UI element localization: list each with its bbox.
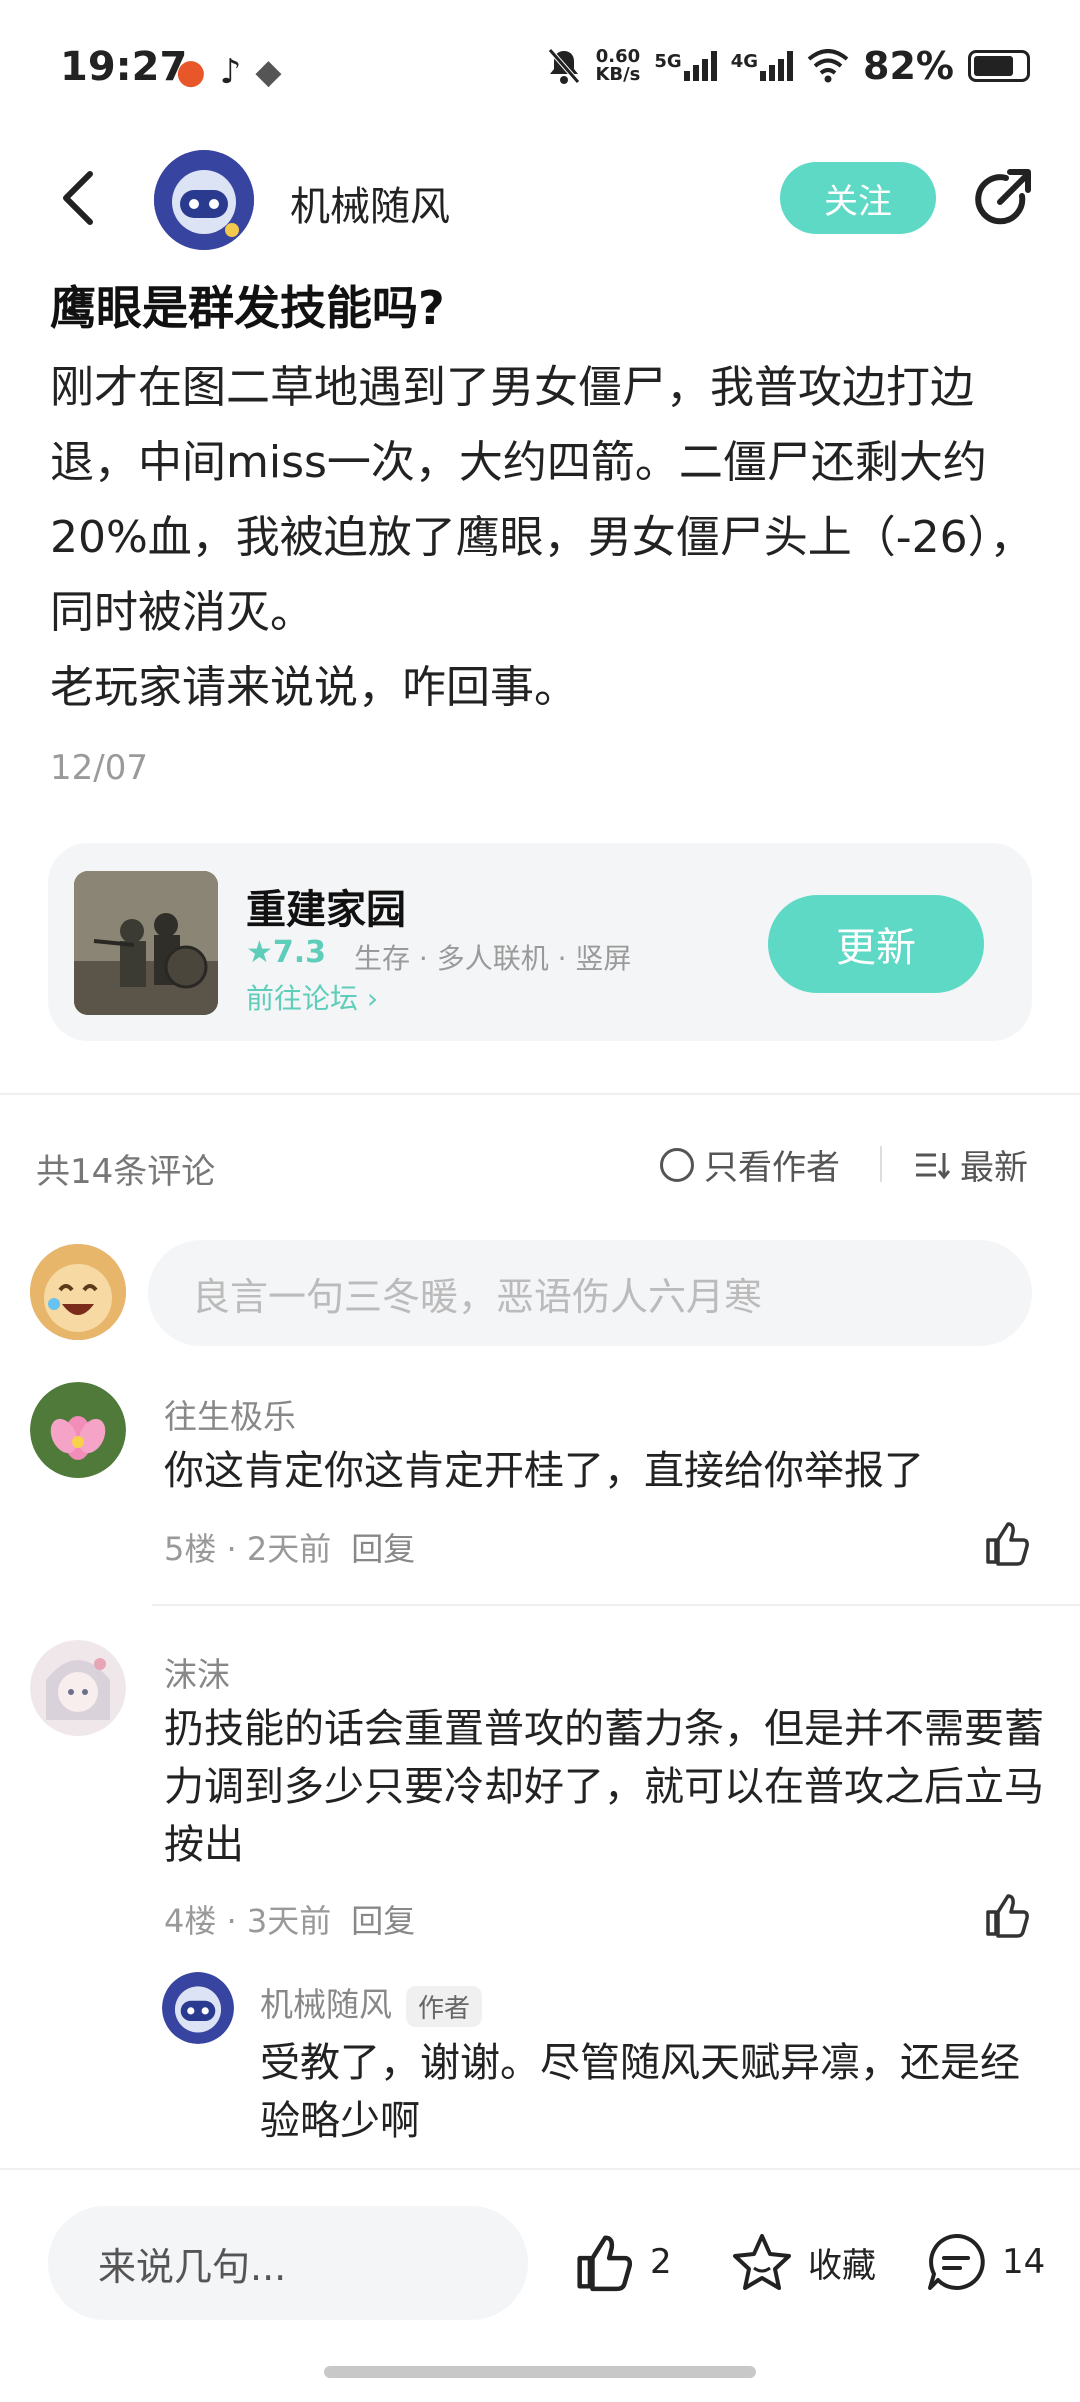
reply-text: 受教了，谢谢。尽管随风天赋异凛，还是经验略少啊	[260, 2040, 1020, 2144]
separator	[880, 1146, 882, 1182]
reply-button[interactable]: 回复	[351, 1902, 415, 1940]
comment-meta: 5楼 · 2天前 回复	[164, 1530, 416, 1568]
share-icon[interactable]	[970, 166, 1036, 232]
reply-button[interactable]: 回复	[351, 1530, 415, 1568]
comment-input[interactable]: 良言一句三冬暖，恶语伤人六月寒	[148, 1240, 1032, 1346]
battery-icon	[968, 50, 1030, 82]
reply-name[interactable]: 机械随风	[260, 1985, 392, 2024]
post-title: 鹰眼是群发技能吗?	[50, 281, 445, 335]
tiktok-icon: ♪	[219, 52, 242, 92]
commenter-avatar[interactable]	[30, 1382, 126, 1478]
back-arrow-icon[interactable]	[58, 168, 98, 228]
author-name[interactable]: 机械随风	[290, 174, 450, 232]
thumbs-up-icon	[577, 2235, 633, 2292]
signal-5g: 5G	[654, 51, 717, 81]
home-indicator[interactable]	[324, 2366, 756, 2378]
update-button[interactable]: 更新	[768, 895, 984, 993]
sort-button[interactable]: 最新	[914, 1140, 1028, 1189]
like-icon[interactable]	[982, 1518, 1032, 1568]
comment-text: 你这肯定你这肯定开桂了，直接给你举报了	[164, 1448, 924, 1494]
only-author-toggle[interactable]: 只看作者	[660, 1140, 840, 1189]
post-date: 12/07	[50, 748, 148, 788]
comment-count: 共14条评论	[36, 1152, 216, 1192]
game-tags: 生存 · 多人联机 · 竖屏	[354, 942, 632, 975]
comment-meta: 4楼 · 3天前 回复	[164, 1902, 416, 1940]
star-icon: ★	[246, 935, 273, 970]
net-speed: 0.60 KB/s	[595, 46, 641, 85]
game-name: 重建家园	[246, 887, 406, 933]
battery-percent: 82%	[863, 44, 954, 88]
favorite-button[interactable]: 收藏	[730, 2230, 876, 2294]
commenter-avatar[interactable]	[30, 1640, 126, 1736]
wifi-icon	[807, 49, 849, 83]
app-notification-icon: ●	[176, 52, 206, 92]
star-outline-icon	[733, 2234, 791, 2290]
bottom-comment-input[interactable]: 来说几句...	[48, 2206, 528, 2320]
like-button[interactable]: 2	[572, 2230, 672, 2294]
game-card[interactable]: 重建家园 ★7.3 生存 · 多人联机 · 竖屏 前往论坛 › 更新	[48, 843, 1032, 1041]
post-paragraph: 刚才在图二草地遇到了男女僵尸，我普攻边打边退，中间miss一次，大约四箭。二僵尸…	[50, 362, 1034, 638]
commenter-name[interactable]: 沫沫	[164, 1648, 230, 1696]
comment-text: 扔技能的话会重置普攻的蓄力条，但是并不需要蓄力调到多少只要冷却好了，就可以在普攻…	[164, 1706, 1044, 1868]
like-icon[interactable]	[982, 1890, 1032, 1940]
my-avatar	[30, 1244, 126, 1340]
chevron-right-icon: ›	[366, 982, 379, 1015]
mute-bell-icon	[548, 48, 581, 84]
game-rating: ★7.3	[246, 935, 327, 970]
author-badge: 作者	[406, 1986, 483, 2027]
game-notification-icon: ◆	[255, 52, 282, 92]
reply-avatar[interactable]	[162, 1972, 234, 2044]
post-body: 刚才在图二草地遇到了男女僵尸，我普攻边打边退，中间miss一次，大约四箭。二僵尸…	[50, 350, 1040, 725]
reply-header: 机械随风 作者	[260, 1978, 483, 2027]
author-avatar[interactable]	[154, 150, 254, 250]
sort-icon	[916, 1152, 950, 1179]
comment-divider	[152, 1604, 1080, 1606]
status-right: 0.60 KB/s 5G 4G 82%	[547, 44, 1030, 88]
comment-bubble-icon	[928, 2233, 985, 2290]
follow-button[interactable]: 关注	[780, 162, 936, 234]
commenter-name[interactable]: 往生极乐	[164, 1390, 296, 1438]
forum-link[interactable]: 前往论坛 ›	[246, 977, 378, 1017]
status-bar: 19:27 ● ♪ ◆ 0.60 KB/s 5G 4G 82%	[0, 0, 1080, 140]
game-thumbnail	[74, 871, 218, 1015]
status-time: 19:27	[60, 44, 188, 90]
post-paragraph: 老玩家请来说说，咋回事。	[50, 662, 578, 713]
signal-4g: 4G	[731, 51, 794, 81]
radio-icon[interactable]	[660, 1147, 694, 1182]
comments-button[interactable]: 14	[924, 2230, 1045, 2294]
section-divider	[0, 1093, 1080, 1095]
notification-icons: ● ♪ ◆	[176, 52, 282, 92]
